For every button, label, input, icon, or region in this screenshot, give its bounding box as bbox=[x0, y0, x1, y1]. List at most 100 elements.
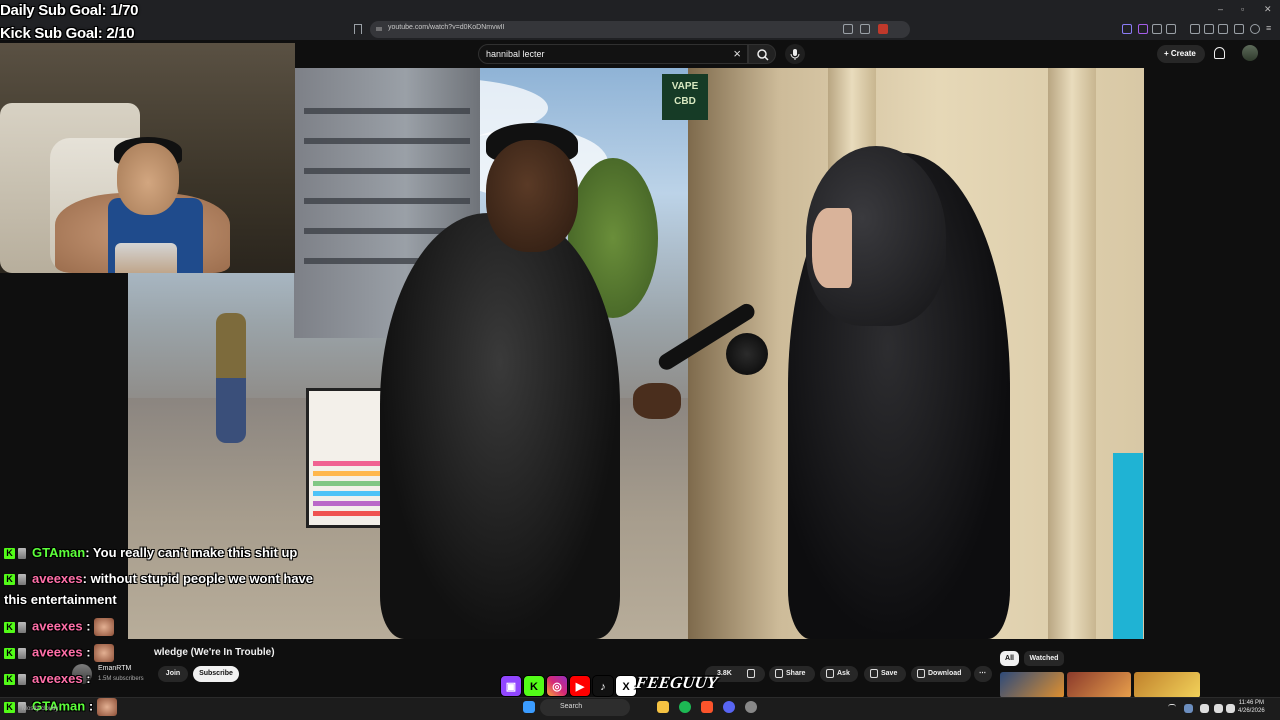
pillar bbox=[1048, 68, 1096, 639]
daily-sub-goal: Daily Sub Goal: 1/70 bbox=[0, 2, 139, 19]
interviewer-head bbox=[486, 140, 578, 252]
share-button[interactable]: Share bbox=[769, 666, 815, 682]
vape-shop-sign: VAPE CBD bbox=[662, 74, 708, 120]
kick-badge-icon: K bbox=[4, 621, 15, 633]
save-icon bbox=[870, 669, 878, 678]
voice-search-button[interactable] bbox=[785, 44, 805, 64]
taskbar-search[interactable]: Search bbox=[540, 699, 630, 716]
file-explorer-icon[interactable] bbox=[657, 701, 669, 713]
extension-icon[interactable] bbox=[1152, 24, 1162, 34]
minimize-icon[interactable]: – bbox=[1218, 4, 1223, 14]
discord-icon[interactable] bbox=[723, 701, 735, 713]
save-button[interactable]: Save bbox=[864, 666, 906, 682]
search-input[interactable]: hannibal lecter × bbox=[478, 44, 748, 64]
site-info-icon[interactable] bbox=[375, 25, 383, 33]
start-menu-icon[interactable] bbox=[523, 701, 535, 713]
notifications-bell-icon[interactable] bbox=[1214, 47, 1225, 59]
chat-message: Kaveexes: without stupid people we wont … bbox=[4, 571, 313, 586]
chip-watched[interactable]: Watched bbox=[1024, 651, 1064, 666]
shop-sign-blue bbox=[1113, 453, 1143, 639]
interviewer bbox=[380, 213, 620, 639]
taskbar-search-label: Search bbox=[560, 703, 583, 710]
system-clock[interactable]: 11:46 PM 4/26/2026 bbox=[1238, 699, 1265, 715]
account-avatar[interactable] bbox=[1242, 45, 1258, 61]
close-window-icon[interactable]: ✕ bbox=[1264, 4, 1272, 15]
subscribe-button[interactable]: Subscribe bbox=[193, 666, 239, 682]
interviewee-face bbox=[812, 208, 852, 288]
create-button[interactable]: + Create bbox=[1157, 45, 1205, 63]
chat-text: this entertainment bbox=[4, 592, 117, 607]
rewards-icon[interactable] bbox=[1234, 24, 1244, 34]
kick-sub-goal: Kick Sub Goal: 2/10 bbox=[0, 25, 135, 42]
search-query: hannibal lecter bbox=[486, 49, 545, 59]
chat-message-continuation: this entertainment bbox=[4, 592, 117, 607]
pedestrian bbox=[216, 313, 246, 443]
youtube-icon: ▶ bbox=[569, 675, 591, 697]
weather-widget[interactable]: Mostly cloudy bbox=[22, 706, 58, 712]
address-bar[interactable]: youtube.com/watch?v=d0KoDNmvwII bbox=[370, 21, 910, 38]
tray-overflow-icon[interactable] bbox=[1168, 704, 1176, 712]
dislike-button[interactable] bbox=[741, 666, 765, 682]
volume-icon[interactable] bbox=[1226, 704, 1235, 713]
ask-label: Ask bbox=[837, 670, 850, 677]
brave-icon[interactable] bbox=[701, 701, 713, 713]
chat-username: aveexes bbox=[32, 671, 83, 686]
emote-icon bbox=[96, 698, 117, 716]
chat-message: Kaveexes : bbox=[4, 618, 115, 636]
sub-badge-icon bbox=[18, 548, 26, 560]
restore-icon[interactable]: ▫ bbox=[1241, 4, 1244, 14]
search-icon bbox=[757, 49, 769, 61]
more-icon: ⋯ bbox=[979, 670, 986, 677]
wallet-icon[interactable] bbox=[1218, 24, 1228, 34]
cast-icon[interactable] bbox=[843, 24, 853, 34]
clear-search-icon[interactable]: × bbox=[733, 46, 741, 61]
obs-icon[interactable] bbox=[745, 701, 757, 713]
join-button[interactable]: Join bbox=[158, 666, 188, 682]
chip-all[interactable]: All bbox=[1000, 651, 1019, 666]
chat-message: Kaveexes : bbox=[4, 671, 91, 686]
tray-app-icon[interactable] bbox=[1184, 704, 1193, 713]
download-button[interactable]: Download bbox=[911, 666, 971, 682]
sub-badge-icon bbox=[18, 674, 26, 686]
chat-username: aveexes bbox=[32, 644, 83, 660]
spotify-icon[interactable] bbox=[679, 701, 691, 713]
kick-badge-icon: K bbox=[4, 548, 15, 560]
bookmark-icon[interactable] bbox=[354, 24, 362, 34]
chat-text: : bbox=[85, 698, 94, 714]
channel-name[interactable]: EmanRTM bbox=[98, 665, 131, 672]
extension-icon[interactable] bbox=[1166, 24, 1176, 34]
chat-text: : without stupid people we wont have bbox=[82, 571, 314, 586]
media-icon[interactable] bbox=[1190, 24, 1200, 34]
channel-subscribers: 1.5M subscribers bbox=[98, 676, 144, 682]
vpn-icon[interactable] bbox=[1250, 24, 1260, 34]
extension-icon[interactable] bbox=[1138, 24, 1148, 34]
recommended-thumbnail[interactable] bbox=[1067, 672, 1131, 698]
clock-date: 4/26/2026 bbox=[1238, 708, 1265, 714]
brave-shields-icon[interactable] bbox=[878, 24, 888, 34]
feeguuy-logo: FEEGUUY bbox=[634, 673, 719, 692]
chat-text: : bbox=[82, 671, 91, 686]
menu-icon[interactable]: ≡ bbox=[1266, 24, 1276, 34]
ask-button[interactable]: Ask bbox=[820, 666, 858, 682]
sign-text: VAPE bbox=[671, 81, 699, 92]
extension-icon[interactable] bbox=[1122, 24, 1132, 34]
search-button[interactable] bbox=[748, 44, 776, 64]
save-label: Save bbox=[881, 670, 898, 677]
more-actions-button[interactable]: ⋯ bbox=[974, 666, 992, 682]
recommended-thumbnail[interactable] bbox=[1000, 672, 1064, 698]
streamer-webcam bbox=[0, 43, 295, 273]
plus-icon: + bbox=[1164, 49, 1171, 58]
kick-badge-icon: K bbox=[4, 647, 15, 659]
mic-tray-icon[interactable] bbox=[1200, 704, 1209, 713]
sparkle-icon bbox=[826, 669, 834, 678]
instagram-icon: ◎ bbox=[546, 675, 568, 697]
sign-text: CBD bbox=[674, 96, 696, 107]
network-icon[interactable] bbox=[1214, 704, 1223, 713]
like-count: 3.8K bbox=[717, 670, 732, 677]
kick-badge-icon: K bbox=[4, 574, 15, 586]
share-icon bbox=[775, 669, 783, 678]
share-label: Share bbox=[786, 670, 806, 677]
sidebar-icon[interactable] bbox=[1204, 24, 1214, 34]
share-page-icon[interactable] bbox=[860, 24, 870, 34]
recommended-thumbnail[interactable] bbox=[1134, 672, 1200, 698]
